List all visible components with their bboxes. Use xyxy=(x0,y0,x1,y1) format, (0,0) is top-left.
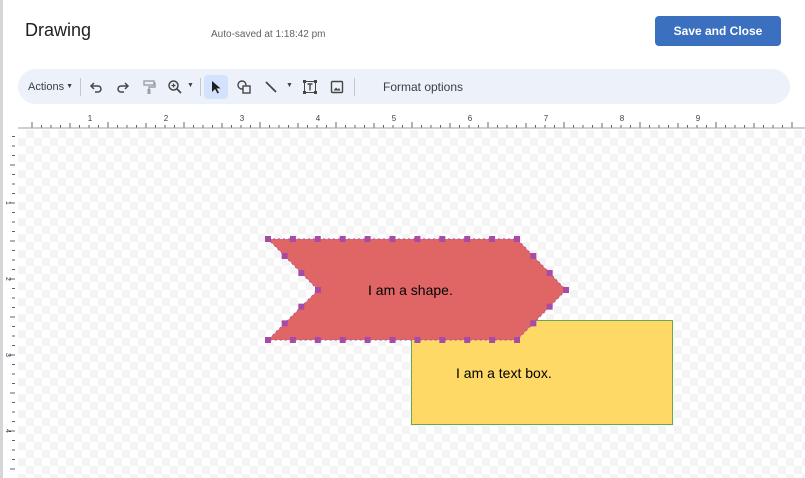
selection-handle[interactable] xyxy=(530,320,537,327)
selection-handle[interactable] xyxy=(464,337,471,343)
selection-handle[interactable] xyxy=(389,337,396,343)
selection-handle[interactable] xyxy=(464,236,471,242)
drawing-objects xyxy=(265,236,673,425)
selection-handle[interactable] xyxy=(298,270,305,276)
selection-handle[interactable] xyxy=(315,287,321,293)
selection-handle[interactable] xyxy=(389,236,396,242)
selection-handle[interactable] xyxy=(414,236,421,242)
selection-handle[interactable] xyxy=(265,236,271,242)
text-box-text[interactable]: I am a text box. xyxy=(456,365,552,381)
selection-handle[interactable] xyxy=(364,236,371,242)
selection-handle[interactable] xyxy=(530,253,537,259)
selection-handle[interactable] xyxy=(546,303,553,310)
selection-handle[interactable] xyxy=(489,236,496,242)
selection-handle[interactable] xyxy=(563,287,569,293)
selection-handle[interactable] xyxy=(339,337,346,343)
selection-handle[interactable] xyxy=(265,337,271,343)
selection-handle[interactable] xyxy=(489,337,496,343)
selection-handle[interactable] xyxy=(514,236,520,242)
selection-handle[interactable] xyxy=(314,236,321,242)
selection-handle[interactable] xyxy=(339,236,346,242)
selection-handle[interactable] xyxy=(514,337,520,343)
selection-handle[interactable] xyxy=(314,337,321,343)
selection-handle[interactable] xyxy=(439,236,446,242)
selection-handle[interactable] xyxy=(281,320,288,327)
selection-handle[interactable] xyxy=(364,337,371,343)
selection-handle[interactable] xyxy=(546,270,553,276)
selection-handle[interactable] xyxy=(439,337,446,343)
selection-handle[interactable] xyxy=(289,337,296,343)
drawing-dialog: Drawing Auto-saved at 1:18:42 pm Save an… xyxy=(0,0,805,478)
selection-handle[interactable] xyxy=(298,303,305,310)
selection-handle[interactable] xyxy=(281,253,288,259)
selection-handle[interactable] xyxy=(289,236,296,242)
shape-text[interactable]: I am a shape. xyxy=(368,282,453,298)
selection-handle[interactable] xyxy=(414,337,421,343)
